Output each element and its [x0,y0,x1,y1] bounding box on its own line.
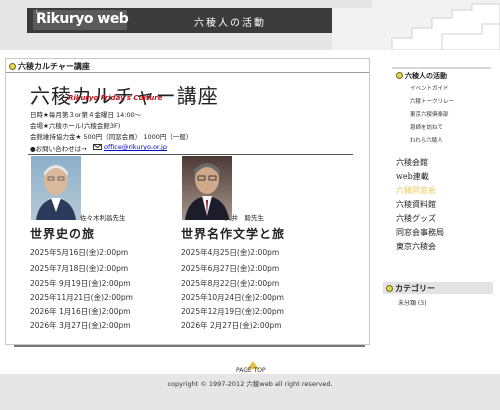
divider [28,154,353,155]
bullet-icon [9,63,16,70]
info-schedule: 日時★毎月第３or第４金曜日 14:00〜 [30,111,142,119]
sidebar-link[interactable]: 六稜資料館 [396,199,436,210]
lecture-date: 2025年11月21日(金)2:00pm [30,293,133,302]
logo-text[interactable]: Rikuryo web [36,11,129,27]
lecture-date: 2025年 9月19日(金)2:00pm [30,279,131,288]
lecture-date: 2025年5月16日(金)2:00pm [30,248,129,257]
header-stairs-graphic [332,0,500,50]
sidebar-subitem[interactable]: 東京六稜倶楽部 [410,110,449,118]
lecture-date: 2025年4月25日(金)2:00pm [181,248,280,257]
sidebar-heading[interactable]: 六稜人の活動 [405,71,447,81]
lecture-title: 世界名作文学と旅 [181,227,286,241]
lecture-date: 2025年6月27日(金)2:00pm [181,264,280,273]
sidebar-divider [392,67,491,69]
lecture-date: 2025年8月22日(金)2:00pm [181,279,280,288]
lecture-date: 2025年7月18日(金)2:00pm [30,264,129,273]
bullet-icon [396,72,403,79]
lecture-title: 世界史の旅 [30,227,96,241]
email-link[interactable]: office@rikuryo.or.jp [104,143,167,151]
copyright: copyright © 1997-2012 六稜web all right re… [167,380,333,388]
sidebar-link[interactable]: web連載 [396,171,429,182]
sidebar-link[interactable]: 六稜会館 [396,157,428,168]
mail-icon [93,144,102,150]
category-title: カテゴリー [395,284,435,293]
page-title: 六稜人の活動 [194,18,266,29]
sidebar-subitem[interactable]: 恩師を訪ねて [410,123,443,131]
divider [14,345,365,347]
lecturer-name: 久井 毅先生 [225,214,264,222]
lecturer-photo-sasaki [31,156,81,220]
sidebar-subitem[interactable]: 六稜トークリレー [410,97,454,105]
section-title: 六稜カルチャー講座 [18,62,90,71]
lecture-date: 2026年 3月27日(金)2:00pm [30,321,131,330]
sidebar-link[interactable]: 東京六稜会 [396,241,436,252]
lecturer-name: 佐々木利昌先生 [80,214,126,222]
page-top-link[interactable]: PAGE TOP [236,367,266,374]
lecturer-photo-hisai [182,156,232,220]
info-fee: 会館維持協力金★ 500円（同窓会員） 1000円（一般） [30,133,193,141]
sidebar-subitem[interactable]: われら六稜人 [410,136,443,144]
bullet-icon [386,285,393,292]
sidebar-subitem[interactable]: イベントガイド [410,84,449,92]
sidebar-link[interactable]: 六稜グッズ [396,213,436,224]
lecture-date: 2026年 2月27日(金)2:00pm [181,321,282,330]
lecture-date: 2025年12月19日(金)2:00pm [181,307,284,316]
sidebar-link[interactable]: 同窓会事務局 [396,227,444,238]
lecture-date: 2025年10月24日(金)2:00pm [181,293,284,302]
course-subtitle: Rikuryo Friday's Culture [68,94,163,102]
info-contact: ●お問い合わせは→ [30,145,87,153]
category-item[interactable]: 未分類 (3) [398,298,426,307]
info-venue: 会場★六稜ホール(六稜会館3F) [30,122,121,130]
lecture-date: 2026年 1月16日(金)2:00pm [30,307,131,316]
sidebar-link-active[interactable]: 六稜同窓会 [396,185,436,196]
